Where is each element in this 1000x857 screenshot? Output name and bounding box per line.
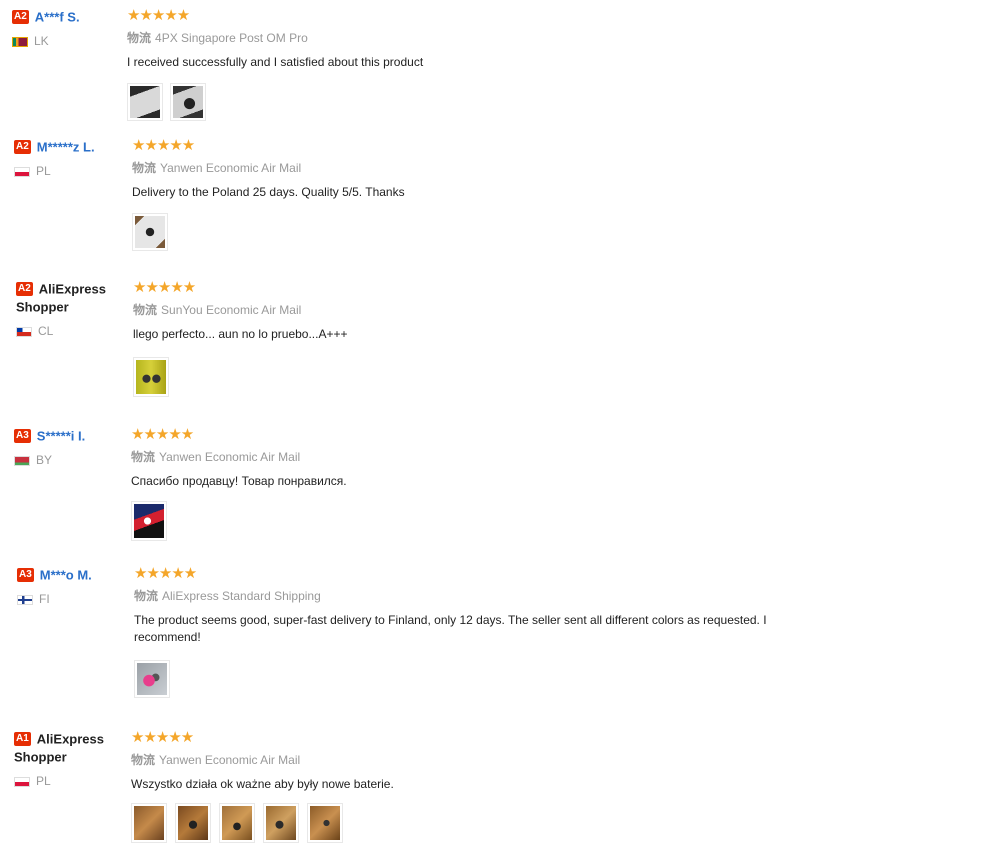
level-badge: A2 [14,139,31,154]
reviewer-info: A2 AliExpress Shopper CL [16,280,116,338]
shipping-method: 物流 4PX Singapore Post OM Pro [127,31,308,45]
review-photo[interactable] [133,357,169,397]
review-photos [131,803,394,843]
review-body: ★★★★★ 物流 AliExpress Standard Shipping The… [134,566,824,698]
reviewer-info: A3 S*****i I. BY [14,427,124,467]
reviewer-name[interactable]: M***o M. [40,567,92,582]
review-text: The product seems good, super-fast deliv… [134,613,767,644]
reviewer-name[interactable]: M*****z L. [37,139,95,154]
review-text: I received successfully and I satisfied … [127,55,424,69]
review-photos [134,660,824,698]
flag-lk-icon [12,36,28,47]
reviewer-info: A2 A***f S. LK [12,8,122,48]
review-body: ★★★★★ 物流 Yanwen Economic Air Mail Спасибо… [131,427,347,541]
reviewer-country: LK [12,34,122,48]
level-badge: A3 [17,567,34,582]
reviewer-info: A3 M***o M. FI [17,566,127,606]
star-rating: ★★★★★ [127,7,190,24]
reviewer-country: PL [14,164,124,178]
star-rating: ★★★★★ [132,137,195,154]
review-photos [132,213,405,251]
review-photos [127,83,423,121]
star-rating: ★★★★★ [131,729,194,746]
reviewer-name[interactable]: A***f S. [35,9,80,24]
review-photo[interactable] [219,803,255,843]
flag-pl-icon [14,166,30,177]
review-body: ★★★★★ 物流 SunYou Economic Air Mail llego p… [133,280,348,397]
reviewer-country: CL [16,324,116,338]
review-photo[interactable] [131,803,167,843]
reviewer-name[interactable]: S*****i I. [37,428,85,443]
review-photos [131,501,347,541]
shipping-method: 物流 Yanwen Economic Air Mail [132,161,302,175]
review-photo[interactable] [263,803,299,843]
level-badge: A2 [12,9,29,24]
reviewer-info: A2 M*****z L. PL [14,138,124,178]
star-rating: ★★★★★ [133,279,196,296]
flag-cl-icon [16,326,32,337]
review-text: Спасибо продавцу! Товар понравился. [131,474,347,488]
shipping-method: 物流 Yanwen Economic Air Mail [131,450,301,464]
reviewer-country: BY [14,453,124,467]
reviewer-country: FI [17,592,127,606]
level-badge: A1 [14,731,31,746]
review-body: ★★★★★ 物流 Yanwen Economic Air Mail Wszystk… [131,730,394,843]
review-photo[interactable] [131,501,167,541]
review-photo[interactable] [175,803,211,843]
flag-fi-icon [17,594,33,605]
review-photo[interactable] [134,660,170,698]
shipping-method: 物流 Yanwen Economic Air Mail [131,753,301,767]
reviewer-info: A1 AliExpress Shopper PL [14,730,114,788]
review-photo[interactable] [132,213,168,251]
review-body: ★★★★★ 物流 4PX Singapore Post OM Pro I rece… [127,8,423,121]
review-body: ★★★★★ 物流 Yanwen Economic Air Mail Deliver… [132,138,405,251]
reviewer-country: PL [14,774,114,788]
review-text: llego perfecto... aun no lo pruebo...A++… [133,327,348,341]
review-photo[interactable] [170,83,206,121]
review-photos [133,357,348,397]
level-badge: A2 [16,281,33,296]
star-rating: ★★★★★ [131,426,194,443]
flag-by-icon [14,455,30,466]
shipping-method: 物流 SunYou Economic Air Mail [133,303,302,317]
review-photo[interactable] [127,83,163,121]
star-rating: ★★★★★ [134,565,197,582]
review-text: Wszystko działa ok ważne aby były nowe b… [131,777,394,791]
level-badge: A3 [14,428,31,443]
review-text: Delivery to the Poland 25 days. Quality … [132,185,405,199]
review-photo[interactable] [307,803,343,843]
shipping-method: 物流 AliExpress Standard Shipping [134,589,321,603]
flag-pl-icon [14,776,30,787]
